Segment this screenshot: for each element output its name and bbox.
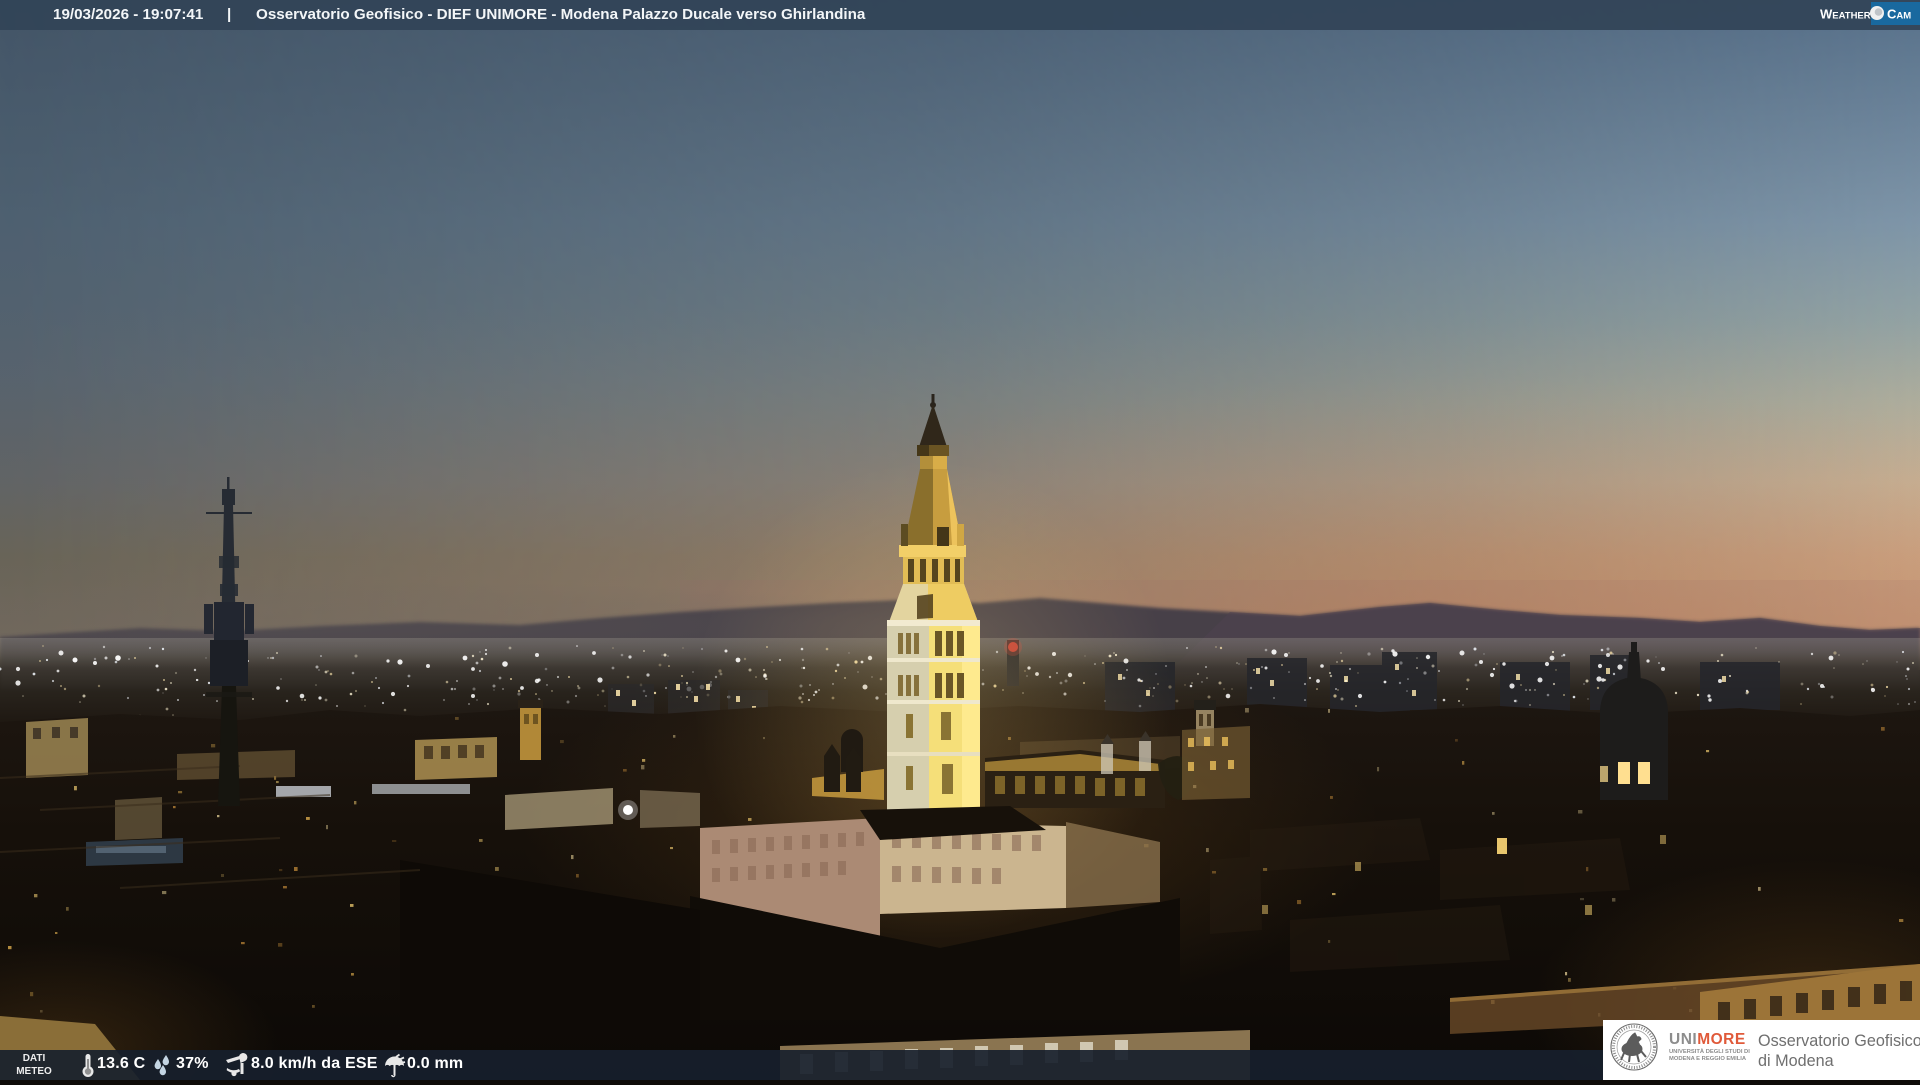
svg-text:UNIVERSITÀ DEGLI STUDI DI: UNIVERSITÀ DEGLI STUDI DI [1669, 1048, 1750, 1055]
svg-text:WEATHER: WEATHER [1820, 7, 1871, 22]
svg-text:Osservatorio Geofisico: Osservatorio Geofisico [1758, 1032, 1920, 1050]
svg-text:UNIMORE: UNIMORE [1669, 1031, 1746, 1048]
svg-text:MODENA E REGGIO EMILIA: MODENA E REGGIO EMILIA [1669, 1056, 1747, 1062]
svg-text:di Modena: di Modena [1758, 1052, 1834, 1070]
